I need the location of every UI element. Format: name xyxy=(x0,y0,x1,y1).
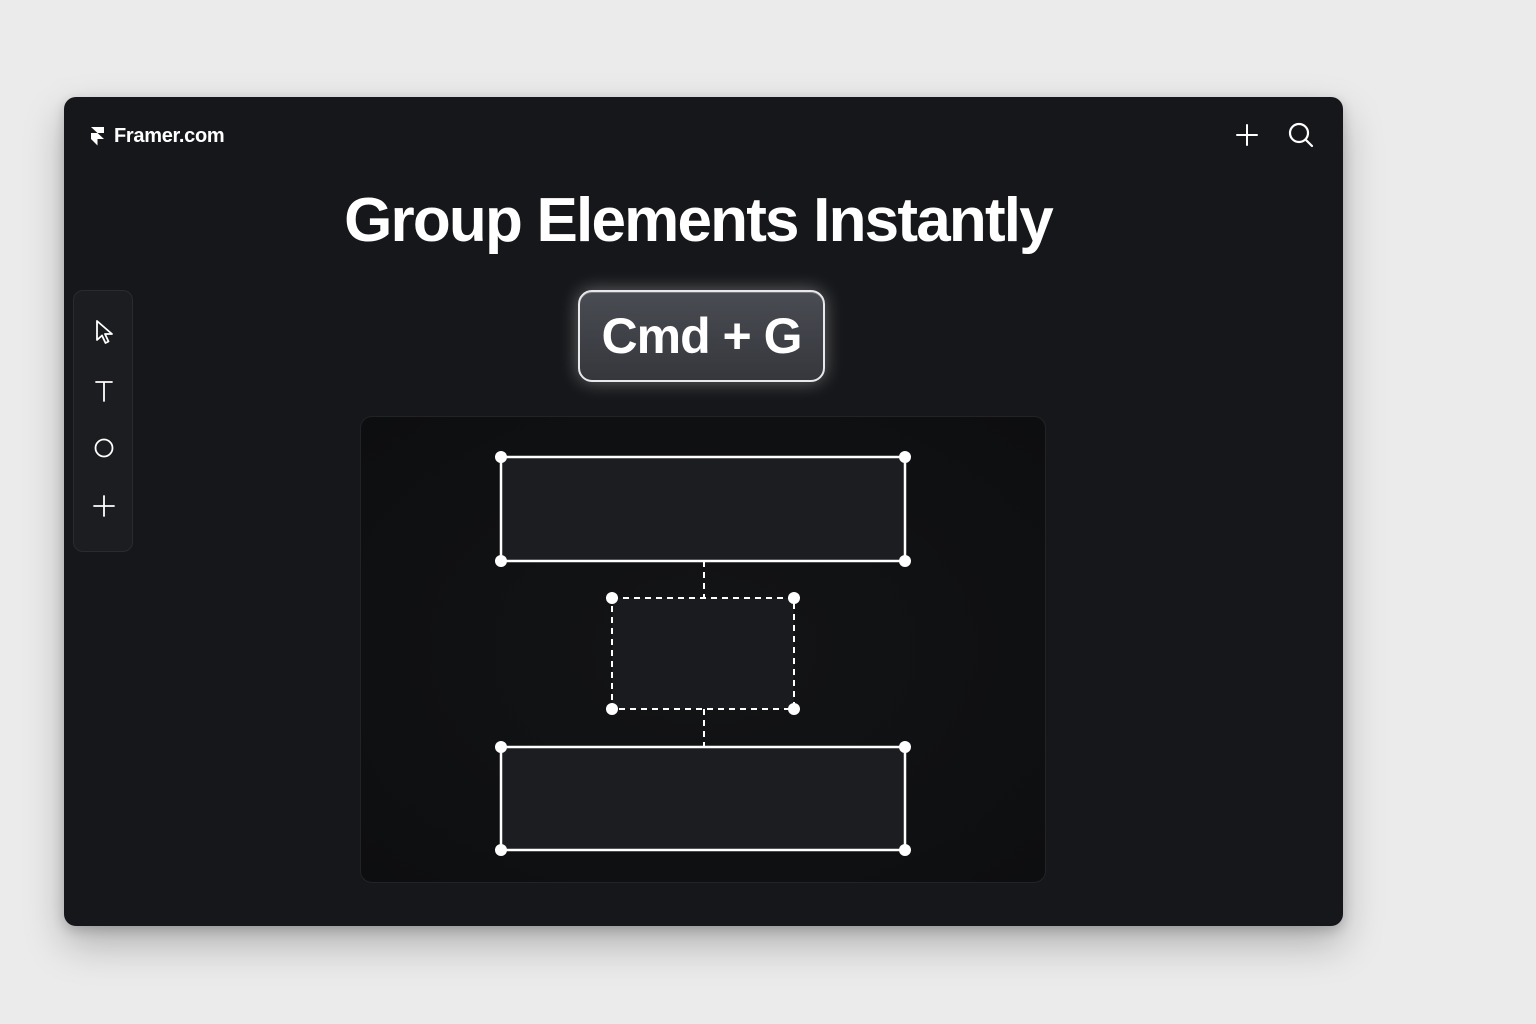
app-window: Framer.com Group Elements Instantly Cmd … xyxy=(64,97,1343,926)
tool-palette xyxy=(73,290,133,552)
select-tool-button[interactable] xyxy=(89,317,119,347)
selection-handle xyxy=(495,555,507,567)
cursor-arrow-icon xyxy=(96,320,113,344)
ellipse-tool-button[interactable] xyxy=(89,433,119,463)
grouping-illustration xyxy=(495,451,911,856)
group-frame-shape xyxy=(611,597,795,710)
search-icon xyxy=(1288,122,1314,148)
search-button[interactable] xyxy=(1287,121,1315,149)
shortcut-key-badge: Cmd + G xyxy=(578,290,825,382)
shortcut-label: Cmd + G xyxy=(601,308,803,364)
text-tool-icon xyxy=(95,381,113,402)
top-rectangle-shape xyxy=(499,455,907,563)
page-title: Group Elements Instantly xyxy=(344,186,1054,255)
selection-handle xyxy=(495,844,507,856)
selection-handle xyxy=(606,592,618,604)
text-tool-button[interactable] xyxy=(89,376,119,406)
selection-handle xyxy=(899,741,911,753)
brand-name: Framer.com xyxy=(114,124,225,147)
selection-handle xyxy=(495,741,507,753)
brand[interactable]: Framer.com xyxy=(90,123,225,149)
plus-icon xyxy=(1236,124,1258,146)
selection-handle xyxy=(606,703,618,715)
selection-handle xyxy=(899,844,911,856)
add-tool-button[interactable] xyxy=(89,491,119,521)
selection-handle xyxy=(788,703,800,715)
plus-icon xyxy=(93,495,115,517)
selection-handle xyxy=(788,592,800,604)
selection-handle xyxy=(899,555,911,567)
ellipse-tool-icon xyxy=(94,438,114,458)
canvas-preview xyxy=(360,416,1046,883)
add-button[interactable] xyxy=(1233,121,1261,149)
framer-logo-icon xyxy=(91,127,104,146)
selection-handle xyxy=(495,451,507,463)
selection-handle xyxy=(899,451,911,463)
bottom-rectangle-shape xyxy=(499,745,907,852)
